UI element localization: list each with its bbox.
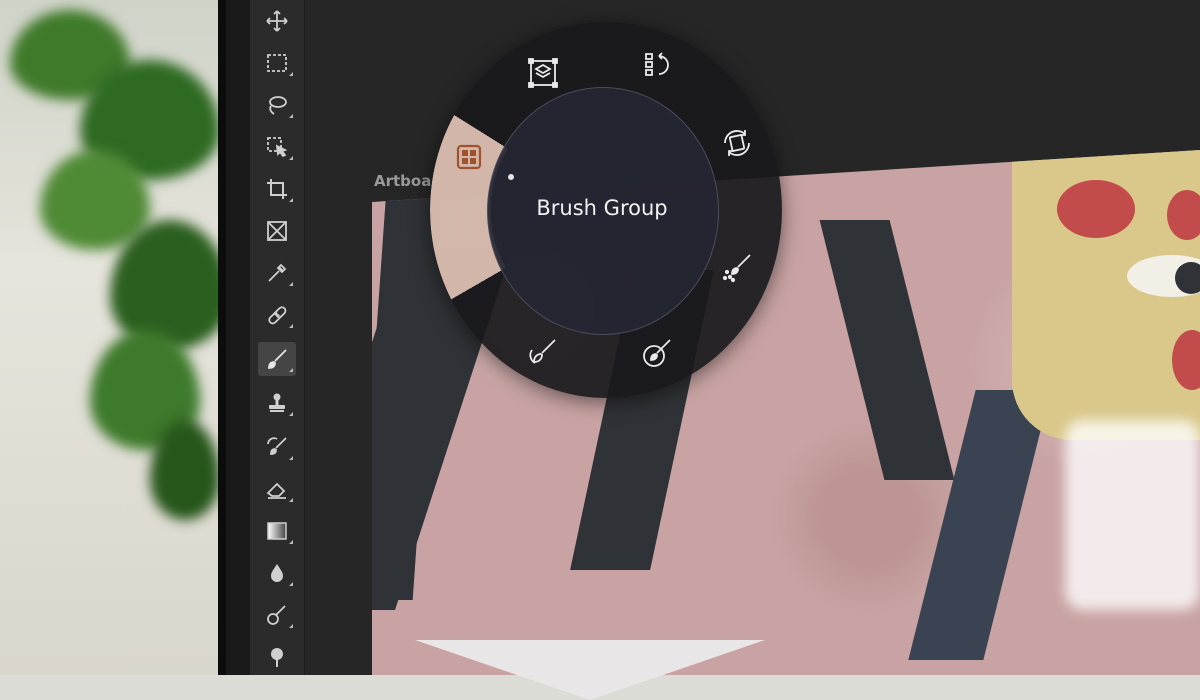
healing-brush-icon [268, 306, 287, 325]
artwork-triangle [415, 640, 765, 700]
eraser-tool[interactable] [258, 472, 296, 506]
stamp-tool[interactable] [258, 386, 296, 420]
eraser-icon [266, 482, 286, 499]
radial-item-grid[interactable] [452, 140, 486, 174]
screen-glare [1065, 420, 1200, 610]
eyedropper-icon [268, 263, 287, 282]
tools-panel [250, 0, 305, 675]
radial-item-mixer-brush[interactable] [640, 336, 674, 370]
move-icon [266, 10, 288, 32]
clone-stamp-icon [269, 393, 285, 412]
blur-tool[interactable] [258, 556, 296, 590]
frame-tool[interactable] [258, 214, 296, 248]
dodge-icon [267, 605, 286, 625]
layer-transform-icon [528, 58, 558, 88]
brush-tool[interactable] [258, 342, 296, 376]
radial-item-spray-brush[interactable] [721, 250, 755, 284]
frame-icon [267, 221, 287, 241]
selection-indicator [508, 174, 514, 180]
radial-item-reorder-rotate[interactable] [641, 48, 675, 82]
pen-tool[interactable] [258, 640, 296, 674]
gradient-tool[interactable] [258, 514, 296, 548]
history-brush-tool[interactable] [258, 430, 296, 464]
blur-icon [271, 564, 283, 582]
reorder-rotate-icon [645, 52, 669, 76]
rotate-canvas-icon [724, 130, 750, 156]
radial-item-art-history-brush[interactable] [526, 336, 560, 370]
background-room [0, 0, 235, 675]
lasso-tool[interactable] [258, 88, 296, 122]
radial-center-label: Brush Group [536, 196, 668, 220]
mixer-brush-icon [643, 339, 671, 367]
monitor-bezel [218, 0, 226, 675]
brush-icon [268, 349, 287, 369]
pen-icon [271, 648, 283, 667]
object-selection-tool[interactable] [258, 130, 296, 164]
crop-tool[interactable] [258, 172, 296, 206]
dodge-tool[interactable] [258, 598, 296, 632]
lasso-icon [269, 96, 287, 115]
object-selection-icon [267, 137, 288, 158]
radial-item-layer-transform[interactable] [526, 56, 560, 90]
grid-tile-icon [456, 144, 482, 170]
history-brush-icon [267, 437, 287, 455]
rectangular-marquee-icon [267, 54, 287, 72]
gradient-icon [267, 522, 287, 540]
spray-brush-icon [722, 254, 751, 283]
eyedropper-tool[interactable] [258, 256, 296, 290]
healing-tool[interactable] [258, 298, 296, 332]
radial-item-rotate-canvas[interactable] [720, 126, 754, 160]
move-tool[interactable] [258, 4, 296, 38]
art-history-brush-icon [529, 339, 556, 364]
marquee-tool[interactable] [258, 46, 296, 80]
crop-icon [267, 179, 287, 199]
